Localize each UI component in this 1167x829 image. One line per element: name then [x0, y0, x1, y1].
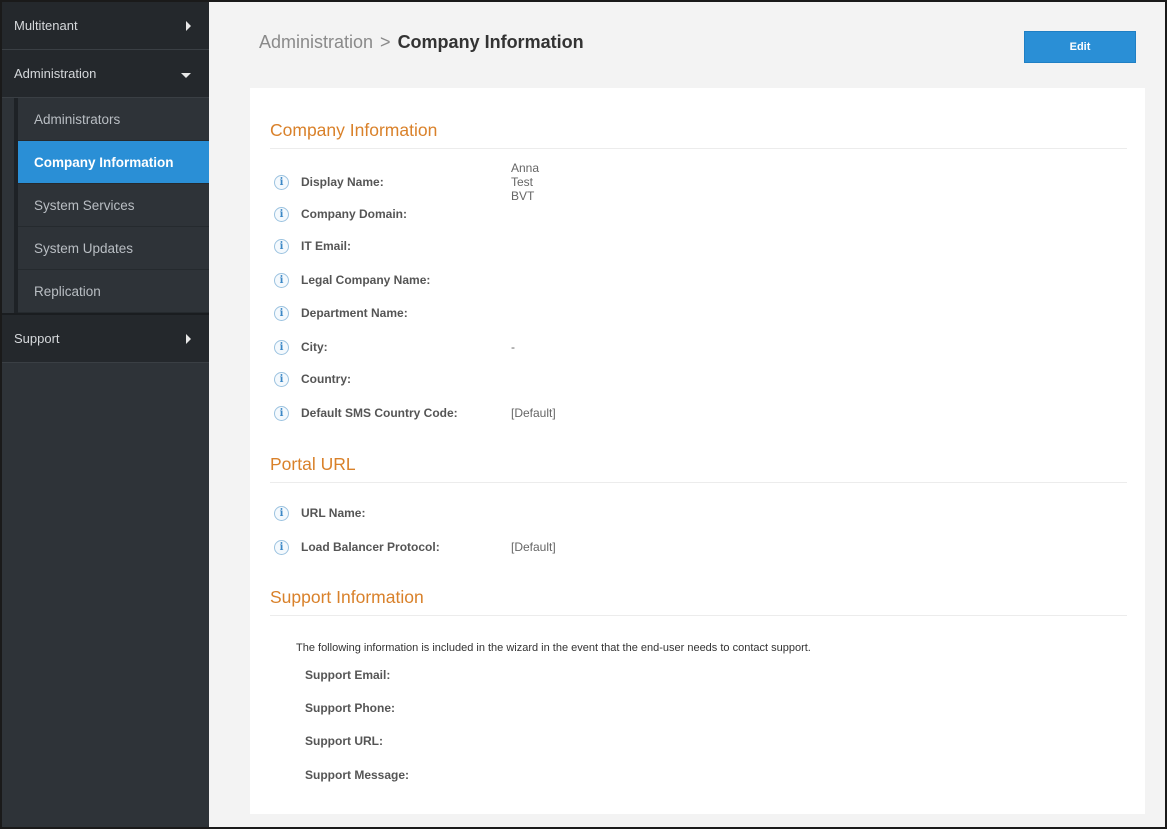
field-display-name: i Display Name: Anna Test BVT [274, 161, 539, 203]
field-country: i Country: [274, 369, 501, 389]
section-divider [270, 148, 1127, 149]
info-icon[interactable]: i [274, 371, 289, 387]
field-value: [Default] [511, 540, 556, 554]
sidebar-item-support[interactable]: Support [2, 315, 209, 363]
info-icon[interactable]: i [274, 206, 289, 222]
field-default-sms-country-code: i Default SMS Country Code: [Default] [274, 403, 556, 423]
sidebar-item-label: Administrators [34, 111, 121, 127]
field-load-balancer-protocol: i Load Balancer Protocol: [Default] [274, 537, 556, 557]
info-icon[interactable]: i [274, 305, 289, 321]
field-label: Department Name: [301, 306, 408, 320]
section-title-portal-url: Portal URL [270, 454, 356, 474]
support-url-label: Support URL: [305, 734, 383, 748]
field-it-email: i IT Email: [274, 236, 501, 256]
support-phone-label: Support Phone: [305, 701, 395, 715]
field-label: URL Name: [301, 506, 366, 520]
sidebar-item-label: System Services [34, 197, 135, 213]
section-divider [270, 482, 1127, 483]
info-icon[interactable]: i [274, 238, 289, 254]
breadcrumb-separator: > [380, 32, 391, 52]
sidebar-item-label: Company Information [34, 154, 174, 170]
field-label: Company Domain: [301, 207, 408, 221]
sidebar-item-system-services[interactable]: System Services [18, 184, 209, 227]
sidebar-item-label: Multitenant [14, 18, 78, 33]
sidebar-item-company-information[interactable]: Company Information [18, 141, 209, 184]
administration-submenu: Administrators Company Information Syste… [14, 98, 209, 313]
section-divider [270, 615, 1127, 616]
support-email-label: Support Email: [305, 668, 391, 682]
field-label: Legal Company Name: [301, 273, 431, 287]
caret-right-icon [186, 333, 191, 344]
field-url-name: i URL Name: [274, 503, 501, 523]
field-company-domain: i Company Domain: [274, 204, 501, 224]
sidebar-item-replication[interactable]: Replication [18, 270, 209, 313]
info-icon[interactable]: i [274, 405, 289, 421]
support-section: Support [2, 313, 209, 363]
details-panel: Company Information i Display Name: Anna… [250, 88, 1145, 814]
sidebar-item-label: Administration [14, 66, 97, 81]
info-icon[interactable]: i [274, 339, 289, 355]
field-label: IT Email: [301, 239, 352, 253]
caret-down-icon [181, 73, 191, 78]
field-value: - [511, 340, 515, 354]
app-window: Multitenant Administration Administrator… [0, 0, 1167, 829]
page-title: Company Information [397, 32, 584, 52]
main-content: Administration > Company Information Edit … [209, 2, 1165, 827]
field-label: Load Balancer Protocol: [301, 540, 440, 554]
field-label: Display Name: [301, 175, 384, 189]
field-city: i City: - [274, 337, 515, 357]
section-title-company-information: Company Information [270, 120, 438, 140]
sidebar-item-multitenant[interactable]: Multitenant [2, 2, 209, 50]
support-message-label: Support Message: [305, 768, 410, 782]
info-icon[interactable]: i [274, 539, 289, 555]
edit-button[interactable]: Edit [1024, 31, 1136, 63]
sidebar-item-administration[interactable]: Administration [2, 50, 209, 98]
field-label: Default SMS Country Code: [301, 406, 458, 420]
field-value: Anna Test BVT [511, 161, 540, 203]
info-icon[interactable]: i [274, 505, 289, 521]
section-title-support-information: Support Information [270, 587, 424, 607]
sidebar-item-system-updates[interactable]: System Updates [18, 227, 209, 270]
info-icon[interactable]: i [274, 272, 289, 288]
field-legal-company-name: i Legal Company Name: [274, 270, 501, 290]
sidebar-item-label: Replication [34, 283, 101, 299]
support-description: The following information is included in… [296, 642, 811, 654]
caret-right-icon [186, 20, 191, 31]
breadcrumb: Administration > Company Information [259, 32, 584, 53]
field-label: Country: [301, 372, 351, 386]
field-value: [Default] [511, 406, 556, 420]
sidebar-item-label: Support [14, 331, 60, 346]
sidebar: Multitenant Administration Administrator… [2, 2, 209, 827]
info-icon[interactable]: i [274, 174, 289, 190]
sidebar-item-label: System Updates [34, 240, 134, 256]
breadcrumb-parent[interactable]: Administration [259, 32, 373, 52]
field-department-name: i Department Name: [274, 303, 501, 323]
sidebar-item-administrators[interactable]: Administrators [18, 98, 209, 141]
field-label: City: [301, 340, 328, 354]
